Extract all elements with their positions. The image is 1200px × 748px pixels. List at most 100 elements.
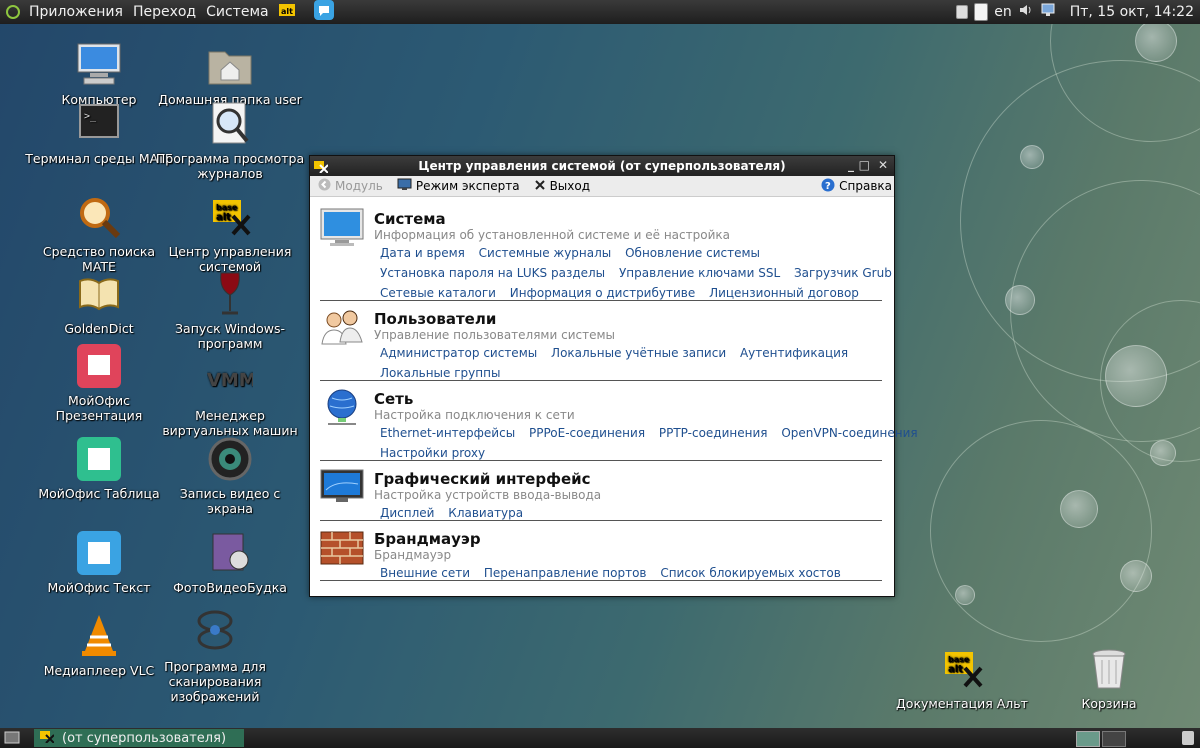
monitor-icon [320, 208, 364, 248]
desktop-icon-myoffice-spreadsheet[interactable]: МойОфис Таблица [24, 436, 174, 501]
window-toolbar: Модуль Режим эксперта Выход ? Справка [310, 176, 894, 197]
desktop-icon-log-viewer[interactable]: Программа просмотра журналов [155, 101, 305, 181]
section-title: Графический интерфейс [374, 470, 591, 488]
help-button[interactable]: ? Справка [821, 178, 892, 195]
section-links: Ethernet-интерфейсы PPPoE-соединения PPT… [380, 423, 918, 463]
link-root-admin[interactable]: Администратор системы [380, 346, 537, 360]
link-authentication[interactable]: Аутентификация [740, 346, 848, 360]
desktop-icon-trash[interactable]: Корзина [1034, 646, 1184, 711]
network-icon[interactable] [1040, 2, 1060, 22]
svg-text:alt: alt [281, 7, 293, 16]
section-links: Дисплей Клавиатура [380, 503, 882, 523]
computer-icon [76, 42, 122, 88]
volume-icon[interactable] [1018, 3, 1034, 21]
section-description: Управление пользователями системы [374, 328, 615, 342]
task-app-icon [40, 729, 55, 747]
desktop-icon-myoffice-text[interactable]: МойОфис Текст [24, 530, 174, 595]
link-grub[interactable]: Загрузчик Grub [794, 266, 892, 280]
link-ssl-keys[interactable]: Управление ключами SSL [619, 266, 780, 280]
maximize-button[interactable]: □ [859, 158, 870, 172]
link-display[interactable]: Дисплей [380, 506, 434, 520]
desktop-icon-scanner[interactable]: Программа для сканирования изображений [140, 609, 290, 704]
minimize-button[interactable]: _ [848, 158, 854, 172]
section-graphics: Графический интерфейс Настройка устройст… [320, 462, 882, 521]
desktop-icon-vmm[interactable]: VMM Менеджер виртуальных машин [155, 358, 305, 438]
link-openvpn[interactable]: OpenVPN-соединения [781, 426, 917, 440]
display-icon [320, 468, 364, 508]
svg-text:>_: >_ [84, 111, 97, 122]
wine-glass-icon [207, 271, 253, 317]
menu-places[interactable]: Переход [128, 4, 201, 20]
basealt-control-center-icon: base alt [207, 194, 253, 240]
workspace-switcher[interactable] [1076, 731, 1100, 747]
window-title: Центр управления системой (от суперпольз… [418, 159, 786, 173]
section-description: Настройка подключения к сети [374, 408, 575, 422]
exit-button[interactable]: Выход [534, 179, 590, 194]
photo-booth-icon [207, 530, 253, 576]
mate-logo-icon[interactable] [6, 5, 20, 19]
link-blocked-hosts[interactable]: Список блокируемых хостов [660, 566, 840, 580]
link-system-logs[interactable]: Системные журналы [479, 246, 612, 260]
desktop-icon-terminal[interactable]: >_ Терминал среды MATE [24, 101, 174, 166]
link-pptp[interactable]: PPTP-соединения [659, 426, 768, 440]
section-description: Информация об установленной системе и её… [374, 228, 730, 242]
screen-recorder-icon [207, 436, 253, 482]
desktop-icon-photo-booth[interactable]: ФотоВидеоБудка [155, 530, 305, 595]
window-app-icon [314, 159, 329, 176]
desktop-icon-home[interactable]: Домашняя папка user [155, 42, 305, 107]
home-folder-icon [207, 42, 253, 88]
basealt-launcher-icon[interactable]: alt [278, 1, 296, 23]
svg-text:alt: alt [948, 664, 963, 675]
scanner-icon [192, 609, 238, 655]
workspace-switcher-2[interactable] [1102, 731, 1126, 747]
desktop-icon-computer[interactable]: Компьютер [24, 42, 174, 107]
expert-mode-icon [397, 178, 412, 194]
taskbar-button-control-center[interactable]: (от суперпользователя) [34, 729, 244, 747]
desktop-icon-alt-docs[interactable]: base alt Документация Альт [887, 646, 1037, 711]
show-desktop-icon[interactable] [4, 731, 20, 748]
expert-mode-button[interactable]: Режим эксперта [397, 178, 520, 194]
myoffice-spreadsheet-icon [76, 436, 122, 482]
link-date-time[interactable]: Дата и время [380, 246, 465, 260]
link-keyboard[interactable]: Клавиатура [448, 506, 523, 520]
desktop-icon-screen-recorder[interactable]: Запись видео с экрана [155, 436, 305, 516]
link-network-dirs[interactable]: Сетевые каталоги [380, 286, 496, 300]
trash-applet-icon[interactable] [1182, 731, 1194, 745]
window-titlebar[interactable]: Центр управления системой (от суперпольз… [310, 156, 894, 176]
bottom-panel: (от суперпользователя) [0, 728, 1200, 748]
desktop-icon-search-tool[interactable]: Средство поиска MATE [24, 194, 174, 274]
link-external-networks[interactable]: Внешние сети [380, 566, 470, 580]
desktop-icon-myoffice-presentation[interactable]: МойОфис Презентация [24, 343, 174, 423]
terminal-icon: >_ [76, 101, 122, 147]
close-button[interactable]: ✕ [878, 158, 888, 172]
link-local-groups[interactable]: Локальные группы [380, 366, 500, 380]
desktop-icon-wine[interactable]: Запуск Windows-программ [155, 271, 305, 351]
link-ethernet[interactable]: Ethernet-интерфейсы [380, 426, 515, 440]
module-button[interactable]: Модуль [318, 178, 383, 194]
link-distro-info[interactable]: Информация о дистрибутиве [510, 286, 695, 300]
svg-text:alt: alt [216, 212, 231, 223]
vlc-cone-icon [76, 613, 122, 659]
link-system-update[interactable]: Обновление системы [625, 246, 760, 260]
update-notifier-icon[interactable] [956, 5, 969, 19]
desktop-icon-goldendict[interactable]: GoldenDict [24, 271, 174, 336]
link-port-forwarding[interactable]: Перенаправление портов [484, 566, 647, 580]
link-license[interactable]: Лицензионный договор [709, 286, 859, 300]
search-tool-icon [76, 194, 122, 240]
clock[interactable]: Пт, 15 окт, 14:22 [1070, 4, 1194, 20]
section-firewall: Брандмауэр Брандмауэр Внешние сети Перен… [320, 522, 882, 581]
clipboard-icon[interactable] [974, 3, 989, 21]
menu-system[interactable]: Система [201, 4, 273, 20]
link-luks-password[interactable]: Установка пароля на LUKS разделы [380, 266, 605, 280]
keyboard-layout-indicator[interactable]: en [994, 4, 1012, 20]
log-viewer-icon [207, 101, 253, 147]
section-title: Сеть [374, 390, 414, 408]
myoffice-presentation-icon [76, 343, 122, 389]
link-local-accounts[interactable]: Локальные учётные записи [551, 346, 726, 360]
link-proxy[interactable]: Настройки proxy [380, 446, 485, 460]
dictionary-book-icon [76, 271, 122, 317]
link-pppoe[interactable]: PPPoE-соединения [529, 426, 645, 440]
desktop-icon-control-center[interactable]: base alt Центр управления системой [155, 194, 305, 274]
messenger-launcher-icon[interactable] [313, 0, 334, 24]
menu-applications[interactable]: Приложения [24, 4, 128, 20]
